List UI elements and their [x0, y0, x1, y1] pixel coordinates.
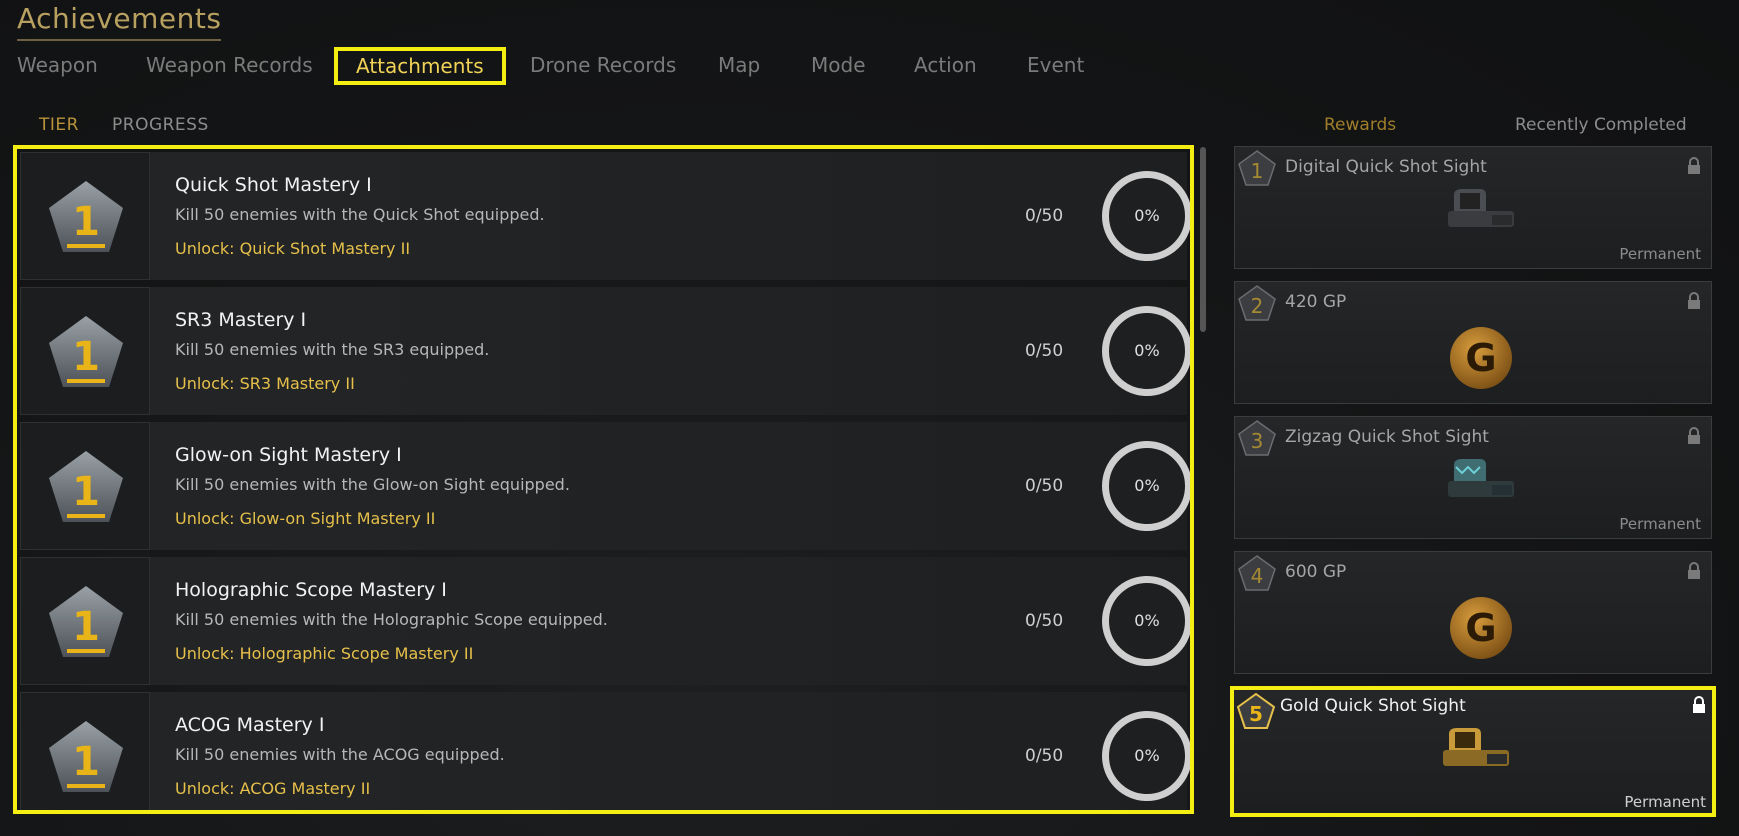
achievement-description: Kill 50 enemies with the Glow-on Sight e… [175, 475, 570, 494]
lock-icon [1688, 292, 1700, 309]
sort-tab-progress[interactable]: PROGRESS [112, 115, 209, 135]
tier-number: 1 [72, 739, 100, 785]
svg-text:5: 5 [1249, 702, 1263, 726]
reward-name: Digital Quick Shot Sight [1285, 157, 1487, 177]
tier-pentagon-icon: 1 [49, 721, 123, 792]
progress-percent: 0% [1134, 206, 1160, 225]
svg-text:G: G [1465, 606, 1496, 650]
achievement-row[interactable]: 1 Holographic Scope Mastery I Kill 50 en… [20, 557, 1190, 685]
achievement-name: Quick Shot Mastery I [175, 174, 372, 196]
lock-icon [1688, 157, 1700, 174]
tab-weapon-records[interactable]: Weapon Records [146, 46, 313, 84]
svg-text:2: 2 [1251, 294, 1264, 318]
tier-badge: 1 [20, 287, 150, 415]
tab-mode[interactable]: Mode [811, 46, 866, 84]
progress-count: 0/50 [1025, 206, 1064, 226]
tier-number: 1 [72, 469, 100, 515]
tier-pentagon-icon: 1 [49, 181, 123, 252]
reward-duration: Permanent [1619, 245, 1701, 263]
achievement-unlock: Unlock: Holographic Scope Mastery II [175, 644, 474, 663]
reward-name: Gold Quick Shot Sight [1280, 696, 1466, 716]
tier-badge-icon: 3 [1238, 420, 1276, 456]
reward-duration: Permanent [1619, 515, 1701, 533]
tier-pentagon-icon: 1 [49, 586, 123, 657]
achievement-row[interactable]: 1 Glow-on Sight Mastery I Kill 50 enemie… [20, 422, 1190, 550]
list-scrollbar[interactable] [1200, 147, 1206, 332]
reward-card-selected[interactable]: 5 Gold Quick Shot Sight Permanent [1230, 686, 1716, 817]
tab-weapon[interactable]: Weapon [17, 46, 98, 84]
achievement-name: Holographic Scope Mastery I [175, 579, 447, 601]
reward-card[interactable]: 2 420 GP G [1234, 281, 1712, 404]
sight-icon [1443, 728, 1509, 766]
sight-icon [1448, 189, 1514, 227]
tier-badge: 1 [20, 422, 150, 550]
tier-pentagon-icon: 1 [49, 316, 123, 387]
sort-tab-tier[interactable]: TIER [39, 115, 79, 135]
reward-card[interactable]: 4 600 GP G [1234, 551, 1712, 674]
reward-name: Zigzag Quick Shot Sight [1285, 427, 1489, 447]
progress-count: 0/50 [1025, 611, 1064, 631]
achievement-description: Kill 50 enemies with the Quick Shot equi… [175, 205, 545, 224]
achievement-row[interactable]: 1 Quick Shot Mastery I Kill 50 enemies w… [20, 152, 1190, 280]
gp-coin-icon: G [1450, 597, 1512, 659]
tier-pentagon-icon: 1 [49, 451, 123, 522]
tier-number: 1 [72, 334, 100, 380]
reward-card[interactable]: 1 Digital Quick Shot Sight Permanent [1234, 146, 1712, 269]
svg-text:G: G [1465, 336, 1496, 380]
svg-text:3: 3 [1251, 429, 1264, 453]
progress-percent: 0% [1134, 476, 1160, 495]
svg-text:4: 4 [1251, 564, 1264, 588]
tier-badge: 1 [20, 557, 150, 685]
tier-badge: 1 [20, 692, 150, 810]
progress-count: 0/50 [1025, 746, 1064, 766]
tier-number: 1 [72, 604, 100, 650]
achievement-row[interactable]: 1 ACOG Mastery I Kill 50 enemies with th… [20, 692, 1190, 810]
achievement-description: Kill 50 enemies with the SR3 equipped. [175, 340, 490, 359]
tier-badge-icon: 2 [1238, 285, 1276, 321]
tab-event[interactable]: Event [1027, 46, 1084, 84]
achievement-unlock: Unlock: SR3 Mastery II [175, 374, 355, 393]
achievement-name: Glow-on Sight Mastery I [175, 444, 402, 466]
achievement-description: Kill 50 enemies with the Holographic Sco… [175, 610, 608, 629]
tier-badge: 1 [20, 152, 150, 280]
reward-duration: Permanent [1624, 793, 1706, 811]
page-title: Achievements [17, 2, 222, 41]
tier-number: 1 [72, 199, 100, 245]
achievement-list: 1 Quick Shot Mastery I Kill 50 enemies w… [13, 145, 1194, 814]
tab-action[interactable]: Action [914, 46, 977, 84]
achievement-unlock: Unlock: Quick Shot Mastery II [175, 239, 411, 258]
tab-drone-records[interactable]: Drone Records [530, 46, 676, 84]
progress-percent: 0% [1134, 341, 1160, 360]
lock-icon [1693, 696, 1705, 713]
achievement-description: Kill 50 enemies with the ACOG equipped. [175, 745, 505, 764]
achievement-unlock: Unlock: Glow-on Sight Mastery II [175, 509, 436, 528]
reward-name: 600 GP [1285, 562, 1347, 582]
progress-percent: 0% [1134, 611, 1160, 630]
lock-icon [1688, 562, 1700, 579]
tier-badge-icon: 4 [1238, 555, 1276, 591]
category-tabs: Weapon Weapon Records Attachments Drone … [0, 46, 1100, 86]
tab-map[interactable]: Map [718, 46, 760, 84]
gp-coin-icon: G [1450, 327, 1512, 389]
tab-attachments[interactable]: Attachments [334, 47, 506, 85]
reward-card[interactable]: 3 Zigzag Quick Shot Sight Permanent [1234, 416, 1712, 539]
tab-recently-completed[interactable]: Recently Completed [1515, 115, 1687, 135]
tab-rewards[interactable]: Rewards [1324, 115, 1396, 135]
progress-count: 0/50 [1025, 476, 1064, 496]
achievement-unlock: Unlock: ACOG Mastery II [175, 779, 371, 798]
reward-name: 420 GP [1285, 292, 1347, 312]
tier-badge-icon: 1 [1238, 150, 1276, 186]
svg-text:1: 1 [1251, 159, 1264, 183]
achievement-name: SR3 Mastery I [175, 309, 307, 331]
tier-badge-icon: 5 [1236, 692, 1276, 729]
progress-percent: 0% [1134, 746, 1160, 765]
sight-icon [1448, 459, 1514, 497]
achievement-row[interactable]: 1 SR3 Mastery I Kill 50 enemies with the… [20, 287, 1190, 415]
achievement-name: ACOG Mastery I [175, 714, 325, 736]
progress-count: 0/50 [1025, 341, 1064, 361]
lock-icon [1688, 427, 1700, 444]
